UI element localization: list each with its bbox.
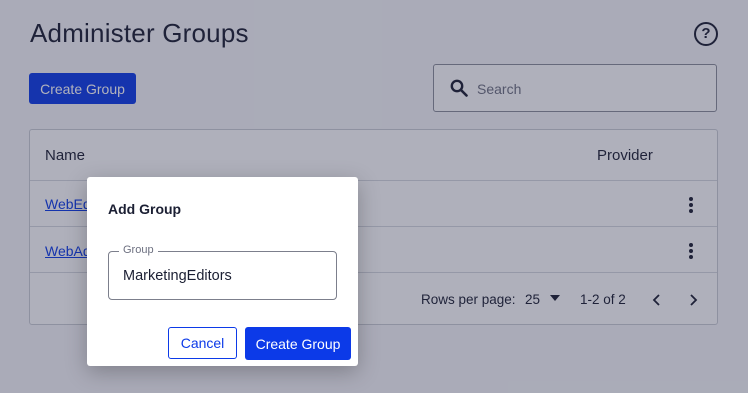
group-field-value[interactable]: MarketingEditors: [123, 268, 232, 284]
add-group-dialog: Add Group Group MarketingEditors Cancel …: [87, 177, 358, 366]
group-name-field[interactable]: Group MarketingEditors: [108, 244, 337, 300]
confirm-create-group-button[interactable]: Create Group: [245, 327, 351, 360]
cancel-button[interactable]: Cancel: [168, 327, 237, 359]
dialog-title: Add Group: [108, 201, 182, 217]
group-field-label: Group: [119, 244, 158, 256]
